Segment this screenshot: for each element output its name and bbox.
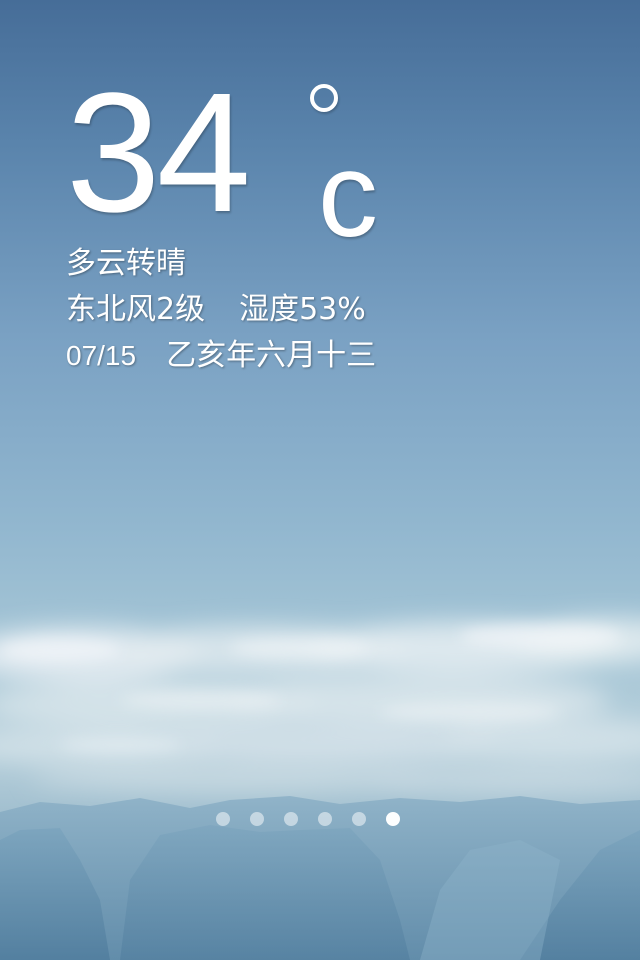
date-text: 07/15 bbox=[66, 340, 137, 371]
temperature-display: 34 c bbox=[66, 58, 386, 262]
page-dot[interactable] bbox=[216, 812, 230, 826]
page-dot[interactable] bbox=[352, 812, 366, 826]
wind-info: 东北风2级 bbox=[66, 292, 206, 327]
page-dot[interactable] bbox=[318, 812, 332, 826]
page-dot-active[interactable] bbox=[386, 812, 400, 826]
date-line: 07/15 乙亥年六月十三 bbox=[66, 336, 376, 376]
page-indicator[interactable] bbox=[216, 812, 400, 828]
temperature-unit: c bbox=[318, 128, 378, 262]
lunar-date-text: 乙亥年六月十三 bbox=[166, 338, 377, 373]
weather-condition: 多云转晴 bbox=[66, 246, 186, 281]
temperature-value: 34 bbox=[66, 58, 251, 248]
page-dot[interactable] bbox=[250, 812, 264, 826]
humidity-info: 湿度53% bbox=[239, 292, 366, 327]
page-dot[interactable] bbox=[284, 812, 298, 826]
wind-humidity-line: 东北风2级 湿度53% bbox=[66, 290, 366, 330]
